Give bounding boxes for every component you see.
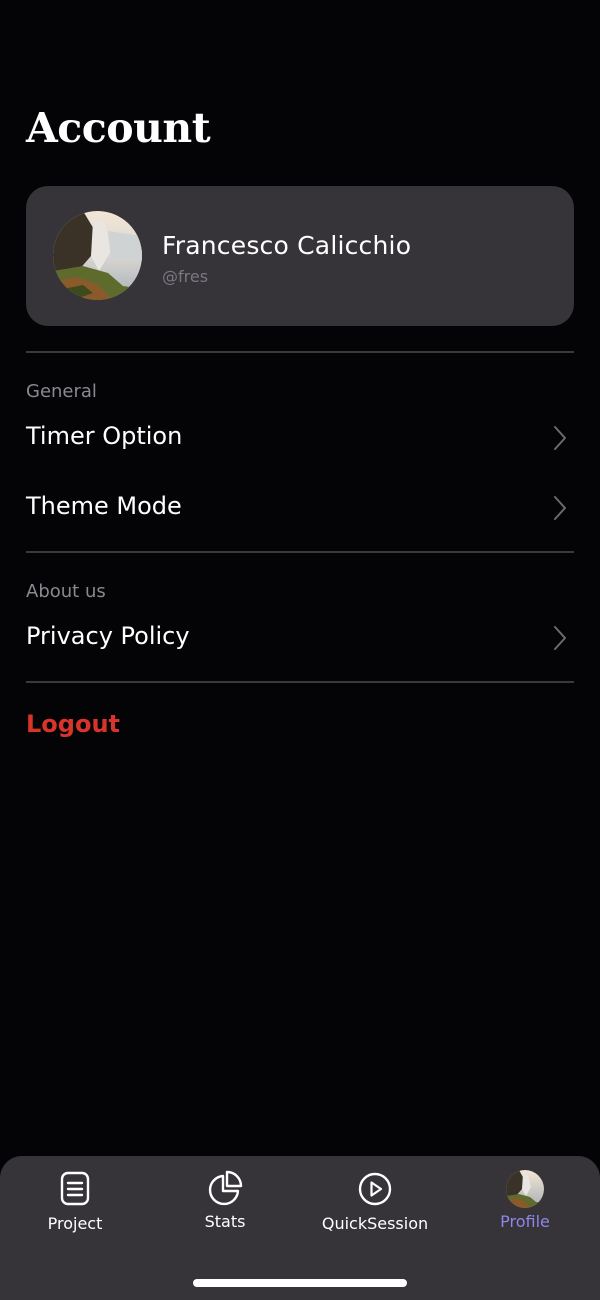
document-list-icon (60, 1171, 90, 1206)
divider (26, 681, 574, 683)
profile-handle: @fres (162, 267, 209, 286)
logout-button[interactable]: Logout (26, 710, 120, 738)
menu-item-label: Theme Mode (26, 492, 182, 520)
tab-stats[interactable]: Stats (150, 1170, 300, 1244)
home-indicator[interactable] (193, 1279, 407, 1287)
play-circle-icon (358, 1172, 392, 1206)
chevron-right-icon (554, 626, 566, 650)
tab-label: Stats (204, 1212, 246, 1231)
tab-profile[interactable]: Profile (450, 1170, 600, 1244)
pie-chart-icon (208, 1170, 243, 1206)
section-label-about-us: About us (26, 581, 106, 602)
tab-quicksession[interactable]: QuickSession (300, 1170, 450, 1244)
avatar-photo-icon (506, 1170, 544, 1208)
tab-label: Project (47, 1214, 103, 1233)
chevron-right-icon (554, 496, 566, 520)
page-title: Account (26, 104, 211, 152)
divider (26, 351, 574, 353)
chevron-right-icon (554, 426, 566, 450)
menu-item-timer-option[interactable]: Timer Option (26, 413, 574, 463)
profile-name: Francesco Calicchio (162, 231, 412, 260)
menu-item-theme-mode[interactable]: Theme Mode (26, 483, 574, 533)
menu-item-privacy-policy[interactable]: Privacy Policy (26, 613, 574, 663)
avatar (53, 211, 142, 300)
menu-item-label: Privacy Policy (26, 622, 190, 650)
profile-card[interactable]: Francesco Calicchio @fres (26, 186, 574, 326)
tab-label: QuickSession (321, 1214, 429, 1233)
tab-label: Profile (500, 1212, 550, 1231)
divider (26, 551, 574, 553)
tab-project[interactable]: Project (0, 1170, 150, 1244)
menu-item-label: Timer Option (26, 422, 183, 450)
section-label-general: General (26, 381, 97, 402)
